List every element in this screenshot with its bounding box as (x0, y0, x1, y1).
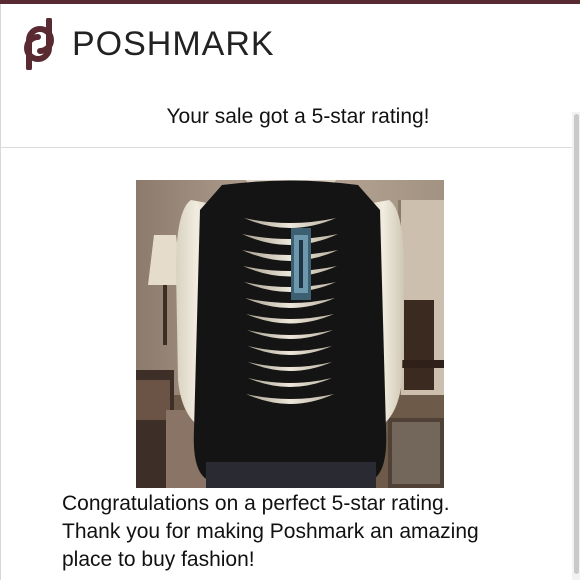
message-line-2: Thank you for making Poshmark an amazing (62, 520, 479, 543)
top-accent-bar (0, 0, 580, 4)
frame-border (0, 4, 1, 580)
congratulations-message: Congratulations on a perfect 5-star rati… (62, 490, 532, 574)
message-line-1: Congratulations on a perfect 5-star rati… (62, 492, 450, 515)
header-divider (0, 147, 572, 148)
email-heading: Your sale got a 5-star rating! (166, 105, 430, 128)
message-line-3: place to buy fashion! (62, 548, 255, 571)
product-image[interactable] (136, 180, 444, 488)
brand-name: POSHMARK (72, 25, 275, 63)
poshmark-logo[interactable]: POSHMARK (16, 18, 275, 70)
scrollbar-thumb[interactable] (574, 114, 579, 574)
poshmark-p-logo-icon (24, 18, 54, 70)
